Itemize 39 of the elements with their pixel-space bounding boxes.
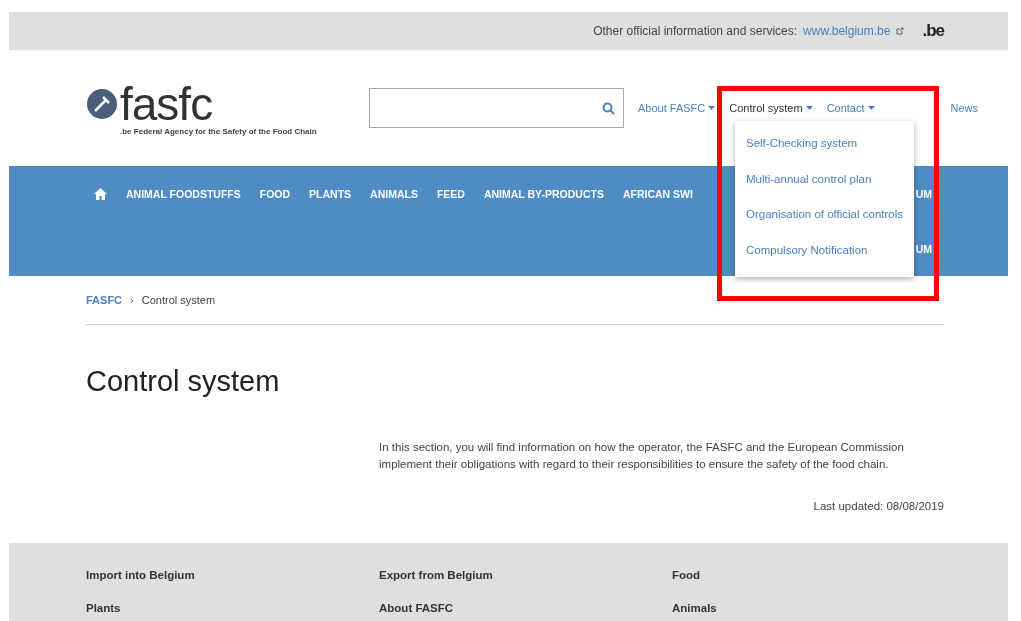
- breadcrumb-item[interactable]: Control system: [141, 294, 216, 306]
- last-updated-text: Last updated: 08/08/2019: [812, 500, 944, 512]
- page-title: Control system: [86, 365, 281, 398]
- dropdown-item[interactable]: Organisation of official controls: [735, 199, 914, 235]
- nav-item[interactable]: FOOD: [259, 187, 291, 200]
- external-link-icon: [896, 27, 905, 35]
- intro-paragraph: In this section, you will find information on how the operator, the FASFC and the European Commission implement their obligations with regard to their responsibilities to ensure the safety of the food chain.: [379, 440, 905, 472]
- dropdown-item[interactable]: Compulsory Notification: [735, 234, 914, 270]
- nav-item[interactable]: ANIMAL FOODSTUFFS: [126, 187, 241, 200]
- logo-tagline: .be Federal Agency for the Safety of the Food Chain: [120, 126, 318, 136]
- belgium-link[interactable]: www.belgium.be: [803, 24, 891, 38]
- nav-item[interactable]: PLANTS: [309, 187, 352, 200]
- top-menu-item[interactable]: About FASFC: [638, 102, 716, 114]
- dropdown-item[interactable]: Self-Checking system: [735, 128, 914, 164]
- official-info-text: Other official information and services:: [593, 24, 798, 38]
- footer-link[interactable]: Plants: [86, 602, 379, 621]
- breadcrumb-separator: ›: [130, 294, 134, 306]
- logo-emblem-icon: [86, 87, 118, 120]
- footer-link[interactable]: Animals: [672, 602, 931, 621]
- nav-item[interactable]: UM: [915, 242, 932, 255]
- search-icon[interactable]: [602, 101, 615, 115]
- top-menu-item[interactable]: Contact: [826, 102, 875, 114]
- footer-link[interactable]: About FASFC: [379, 602, 672, 621]
- footer-link[interactable]: Import into Belgium: [86, 569, 379, 588]
- nav-item[interactable]: AFRICAN SWI: [622, 187, 693, 200]
- top-menu-item[interactable]: Control system: [729, 102, 813, 114]
- nav-item[interactable]: FEED: [436, 187, 465, 200]
- nav-item[interactable]: ANIMALS: [370, 187, 418, 200]
- footer-link[interactable]: Food: [672, 569, 931, 588]
- search-field[interactable]: [369, 88, 624, 128]
- be-logo[interactable]: .be: [922, 21, 944, 41]
- top-menu-item[interactable]: News: [950, 102, 978, 114]
- nav-item[interactable]: ANIMAL BY-PRODUCTS: [483, 187, 604, 200]
- breadcrumb-item[interactable]: FASFC: [86, 294, 123, 306]
- logo-wordmark: fasfc: [120, 80, 213, 127]
- home-icon[interactable]: [94, 187, 107, 200]
- dropdown-item[interactable]: Multi-annual control plan: [735, 163, 914, 199]
- nav-item[interactable]: UM: [915, 187, 932, 200]
- footer-link[interactable]: Export from Belgium: [379, 569, 672, 588]
